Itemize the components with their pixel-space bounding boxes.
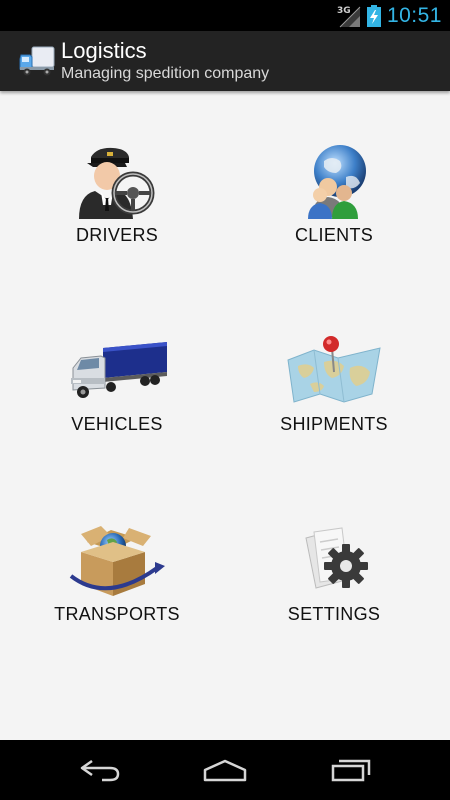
truck-trailer-icon — [71, 342, 167, 398]
menu-item-label: CLIENTS — [294, 225, 374, 245]
menu-item-shipments[interactable]: SHIPMENTS — [234, 332, 434, 482]
menu-item-label: DRIVERS — [75, 225, 159, 245]
menu-item-vehicles[interactable]: VEHICLES — [17, 332, 217, 482]
app-screen: 3G 10:51 Logistics Managing spedition co… — [0, 0, 450, 800]
status-bar: 3G 10:51 — [0, 0, 450, 31]
truck-icon[interactable] — [18, 43, 56, 77]
menu-item-transports[interactable]: TRANSPORTS — [17, 522, 217, 672]
menu-item-label: SETTINGS — [287, 604, 381, 624]
app-title: Logistics — [61, 38, 147, 63]
app-subtitle: Managing spedition company — [61, 65, 270, 82]
gear-icon — [305, 527, 368, 589]
action-bar: Logistics Managing spedition company — [0, 31, 450, 91]
network-type-label: 3G — [336, 5, 351, 16]
signal-icon: 3G — [337, 4, 361, 28]
menu-item-clients[interactable]: CLIENTS — [234, 143, 434, 293]
battery-charging-icon — [366, 4, 381, 27]
back-button[interactable] — [60, 750, 140, 790]
navigation-bar — [0, 740, 450, 800]
status-indicators: 3G 10:51 — [337, 0, 442, 31]
menu-item-settings[interactable]: SETTINGS — [234, 522, 434, 672]
driver-icon — [79, 147, 155, 219]
clients-globe-icon — [308, 145, 366, 219]
clock: 10:51 — [386, 3, 442, 27]
home-icon — [203, 759, 247, 782]
menu-item-drivers[interactable]: DRIVERS — [17, 143, 217, 293]
home-button[interactable] — [185, 750, 265, 790]
menu-item-label: TRANSPORTS — [54, 604, 180, 624]
recent-apps-icon — [331, 759, 371, 782]
box-globe-icon — [69, 526, 165, 596]
map-pin-icon — [287, 336, 381, 403]
recent-apps-button[interactable] — [311, 750, 391, 790]
menu-item-label: SHIPMENTS — [280, 414, 388, 434]
back-icon — [80, 759, 120, 782]
menu-item-label: VEHICLES — [71, 414, 163, 434]
